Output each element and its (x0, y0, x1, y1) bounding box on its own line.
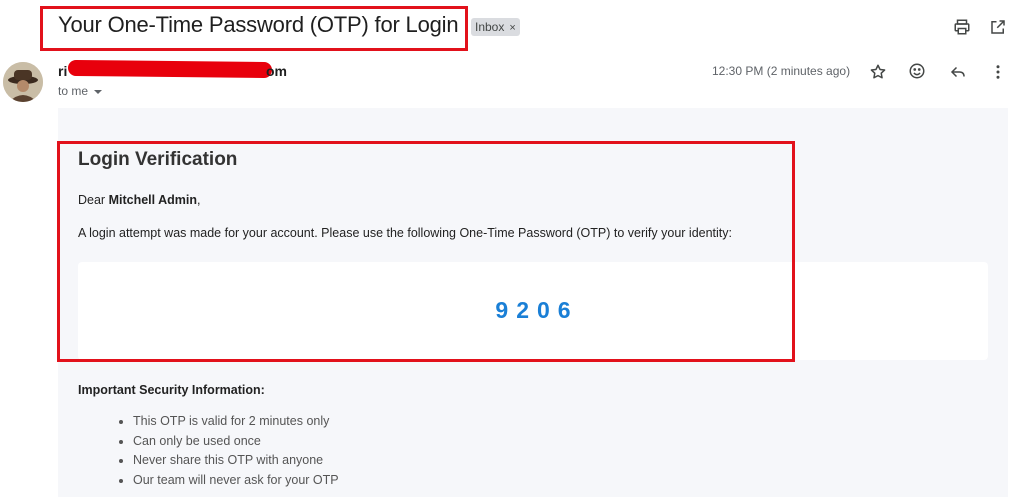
message-timestamp: 12:30 PM (2 minutes ago) (712, 64, 851, 78)
star-icon[interactable] (867, 61, 889, 83)
greeting-prefix: Dear (78, 193, 109, 207)
greeting: Dear Mitchell Admin, (78, 193, 201, 207)
intro-paragraph: A login attempt was made for your accoun… (78, 226, 732, 240)
more-vert-icon[interactable] (987, 61, 1009, 83)
email-subject: Your One-Time Password (OTP) for Login (58, 12, 459, 37)
sender-name-suffix: om (266, 63, 287, 79)
sender-name[interactable]: ri (58, 63, 67, 79)
email-heading: Login Verification (78, 149, 238, 170)
security-info-list: This OTP is valid for 2 minutes only Can… (115, 414, 339, 493)
chevron-down-icon (94, 90, 103, 94)
otp-card: 9206 (78, 262, 988, 360)
list-item: Can only be used once (115, 434, 339, 454)
redaction-mark (67, 59, 273, 79)
list-item: Never share this OTP with anyone (115, 453, 339, 473)
inbox-label-chip[interactable]: Inbox × (471, 18, 520, 36)
list-item: Our team will never ask for your OTP (115, 473, 339, 493)
otp-code: 9206 (495, 297, 579, 323)
remove-label-icon[interactable]: × (509, 22, 515, 34)
security-info-title: Important Security Information: (78, 383, 265, 397)
recipient-name: Mitchell Admin (108, 193, 198, 207)
label-chip-text: Inbox (475, 20, 505, 34)
reply-icon[interactable] (947, 61, 969, 83)
greeting-suffix: , (197, 193, 201, 207)
recipient-details-toggle[interactable]: to me (58, 84, 103, 98)
emoji-icon[interactable] (906, 60, 928, 82)
list-item: This OTP is valid for 2 minutes only (115, 414, 339, 434)
print-icon[interactable] (951, 16, 973, 38)
to-me-label: to me (58, 84, 89, 98)
sender-avatar[interactable] (3, 62, 43, 102)
open-in-new-icon[interactable] (987, 16, 1009, 38)
